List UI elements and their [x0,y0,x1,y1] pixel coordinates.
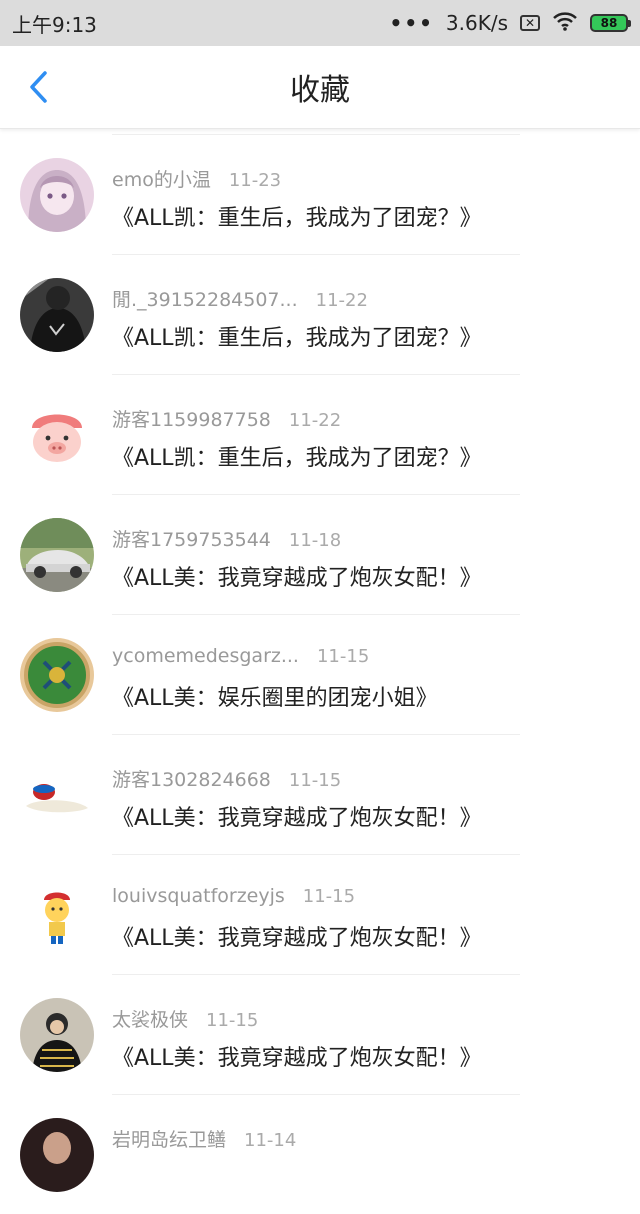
list-item[interactable]: 岩明岛纭卫鳝 11-14 [0,1094,640,1214]
item-meta: louivsquatforzeyjs 11-15 [112,885,355,907]
item-date: 11-22 [288,410,342,431]
pig-avatar[interactable] [20,398,94,472]
book-title[interactable]: 《ALL凯：重生后，我成为了团宠？》 [112,200,482,232]
item-date: 11-15 [302,886,356,907]
item-meta: 太裟极侠 11-15 [112,1005,258,1032]
book-title[interactable]: 《ALL美：我竟穿越成了炮灰女配！》 [112,920,482,952]
dark-photo-avatar[interactable] [20,278,94,352]
item-meta: 岩明岛纭卫鳝 11-14 [112,1125,296,1152]
battery-icon: 88 [590,14,631,32]
username[interactable]: louivsquatforzeyjs [112,885,285,907]
person-photo-avatar[interactable] [20,998,94,1072]
list-item[interactable]: louivsquatforzeyjs 11-15 《ALL美：我竟穿越成了炮灰女配… [0,854,640,974]
more-dots-icon: ••• [389,11,434,35]
book-title[interactable]: 《ALL凯：重生后，我成为了团宠？》 [112,320,482,352]
item-meta: ycomemedesgarz... 11-15 [112,645,369,667]
car-avatar[interactable] [20,518,94,592]
status-bar: 上午9:13 ••• 3.6K/s ✕ 88 [0,0,640,46]
username[interactable]: 閒._39152284507... [112,289,298,311]
username[interactable]: 游客1759753544 [112,529,271,551]
item-date: 11-14 [244,1130,297,1151]
username[interactable]: emo的小温 [112,169,211,191]
status-time: 上午9:13 [12,12,97,37]
cartoon-kid-avatar[interactable] [20,878,94,952]
book-title[interactable]: 《ALL美：我竟穿越成了炮灰女配！》 [112,560,482,592]
username[interactable]: 游客1159987758 [112,409,271,431]
username[interactable]: 岩明岛纭卫鳝 [112,1129,226,1151]
item-date: 11-15 [316,646,370,667]
food-avatar[interactable] [20,758,94,832]
back-button[interactable] [18,46,58,128]
list-item[interactable]: 游客1759753544 11-18 《ALL美：我竟穿越成了炮灰女配！》 [0,494,640,614]
partial-avatar[interactable] [20,1118,94,1192]
item-date: 11-15 [206,1010,259,1031]
status-indicators: ••• 3.6K/s ✕ 88 [389,11,631,36]
item-meta: 游客1759753544 11-18 [112,525,341,552]
nav-bar: 收藏 [0,46,640,129]
page-title: 收藏 [290,73,350,108]
anime-girl-avatar[interactable] [20,158,94,232]
list-item[interactable]: 游客1302824668 11-15 《ALL美：我竟穿越成了炮灰女配！》 [0,734,640,854]
list-item[interactable]: 閒._39152284507... 11-22 《ALL凯：重生后，我成为了团宠？… [0,254,640,374]
chevron-left-icon [30,71,47,103]
item-meta: 游客1302824668 11-15 [112,765,341,792]
network-speed: 3.6K/s [445,11,508,35]
book-title[interactable]: 《ALL美：我竟穿越成了炮灰女配！》 [112,800,482,832]
username[interactable]: 游客1302824668 [112,769,271,791]
wifi-icon [552,11,578,36]
list-item[interactable]: emo的小温 11-23 《ALL凯：重生后，我成为了团宠？》 [0,134,640,254]
x-box-icon: ✕ [520,15,540,31]
book-title[interactable]: 《ALL美：我竟穿越成了炮灰女配！》 [112,1040,482,1072]
book-title[interactable]: 《ALL美：娱乐圈里的团宠小姐》 [112,680,438,712]
username[interactable]: 太裟极侠 [112,1009,188,1031]
list-item[interactable]: 游客1159987758 11-22 《ALL凯：重生后，我成为了团宠？》 [0,374,640,494]
item-date: 11-22 [315,290,368,311]
item-date: 11-23 [228,170,282,191]
item-meta: 游客1159987758 11-22 [112,405,341,432]
item-meta: 閒._39152284507... 11-22 [112,285,368,312]
username[interactable]: ycomemedesgarz... [112,645,299,667]
favorites-list: emo的小温 11-23 《ALL凯：重生后，我成为了团宠？》 閒._391522… [0,134,640,1214]
item-date: 11-15 [288,770,342,791]
list-item[interactable]: ycomemedesgarz... 11-15 《ALL美：娱乐圈里的团宠小姐》 [0,614,640,734]
book-title[interactable]: 《ALL凯：重生后，我成为了团宠？》 [112,440,482,472]
item-date: 11-18 [288,530,342,551]
list-item[interactable]: 太裟极侠 11-15 《ALL美：我竟穿越成了炮灰女配！》 [0,974,640,1094]
emblem-avatar[interactable] [20,638,94,712]
item-meta: emo的小温 11-23 [112,165,281,192]
